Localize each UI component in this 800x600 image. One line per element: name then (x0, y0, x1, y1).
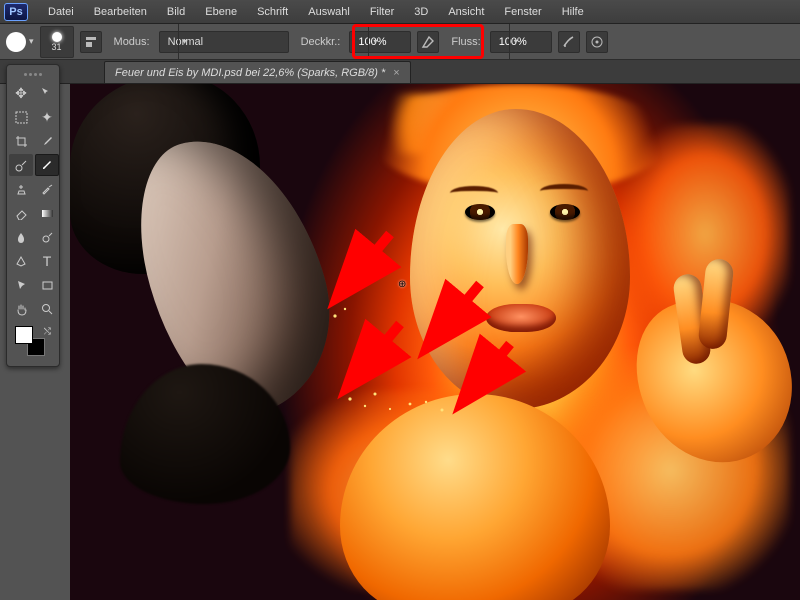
flow-input[interactable]: 100% ▾ (490, 31, 552, 53)
menu-window[interactable]: Fenster (494, 2, 551, 22)
chevron-down-icon: ▾ (368, 24, 373, 59)
menu-image[interactable]: Bild (157, 2, 195, 22)
brush-tool[interactable] (35, 154, 59, 176)
brush-panel-toggle-icon[interactable] (80, 31, 102, 53)
menu-filter[interactable]: Filter (360, 2, 404, 22)
zoom-tool[interactable] (35, 298, 59, 320)
brush-size-value: 31 (52, 43, 62, 52)
magic-wand-tool[interactable]: ✦ (35, 106, 59, 128)
brush-preview-icon (52, 32, 62, 42)
dodge-tool[interactable] (35, 226, 59, 248)
panel-grip-icon[interactable] (9, 69, 57, 79)
tool-preset-picker[interactable]: ▾ (29, 36, 34, 47)
rectangle-tool[interactable] (35, 274, 59, 296)
history-brush-tool[interactable] (35, 178, 59, 200)
document-tab-bar: Feuer und Eis by MDI.psd bei 22,6% (Spar… (0, 60, 800, 84)
clone-stamp-tool[interactable] (9, 178, 33, 200)
annotation-arrows (70, 84, 800, 600)
eyedropper-tool[interactable] (35, 130, 59, 152)
path-selection-tool[interactable] (9, 274, 33, 296)
chevron-down-icon: ▾ (178, 24, 183, 59)
menu-type[interactable]: Schrift (247, 2, 298, 22)
pressure-size-icon[interactable] (586, 31, 608, 53)
opacity-label: Deckkr.: (301, 36, 341, 48)
eraser-tool[interactable] (9, 202, 33, 224)
document-tab[interactable]: Feuer und Eis by MDI.psd bei 22,6% (Spar… (104, 61, 411, 83)
gradient-tool[interactable] (35, 202, 59, 224)
flow-label: Fluss: (451, 36, 480, 48)
artboard-tool[interactable] (35, 82, 59, 104)
tool-preset-icon[interactable] (6, 32, 26, 52)
menu-view[interactable]: Ansicht (438, 2, 494, 22)
app-logo: Ps (4, 3, 28, 21)
swap-colors-icon[interactable]: ⤭ (44, 326, 51, 337)
menu-select[interactable]: Auswahl (298, 2, 360, 22)
menu-file[interactable]: Datei (38, 2, 84, 22)
blend-mode-select[interactable]: Normal ▾ (159, 31, 289, 53)
spot-healing-brush-tool[interactable] (9, 154, 33, 176)
crop-tool[interactable] (9, 130, 33, 152)
blend-mode-label: Modus: (114, 36, 150, 48)
pressure-opacity-icon[interactable] (417, 31, 439, 53)
document-artwork: ⊕ (70, 84, 800, 600)
chevron-down-icon: ▾ (509, 24, 514, 59)
hand-tool[interactable] (9, 298, 33, 320)
rect-marquee-tool[interactable] (9, 106, 33, 128)
canvas[interactable]: ⊕ (70, 84, 800, 600)
document-tab-title: Feuer und Eis by MDI.psd bei 22,6% (Spar… (115, 67, 385, 79)
menu-3d[interactable]: 3D (404, 2, 438, 22)
menu-bar: Ps Datei Bearbeiten Bild Ebene Schrift A… (0, 0, 800, 24)
menu-edit[interactable]: Bearbeiten (84, 2, 157, 22)
menu-layer[interactable]: Ebene (195, 2, 247, 22)
opacity-input[interactable]: 100% ▾ (349, 31, 411, 53)
brush-preset-picker[interactable]: 31 (40, 26, 74, 58)
tools-panel: ✥ ✦ T (6, 64, 60, 367)
type-tool[interactable]: T (35, 250, 59, 272)
close-icon[interactable]: × (393, 67, 399, 79)
options-bar: ▾ 31 Modus: Normal ▾ Deckkr.: 100% ▾ Flu… (0, 24, 800, 60)
blur-tool[interactable] (9, 226, 33, 248)
airbrush-toggle-icon[interactable] (558, 31, 580, 53)
pen-tool[interactable] (9, 250, 33, 272)
color-swatches[interactable]: ⤭ (9, 326, 57, 360)
move-tool[interactable]: ✥ (9, 82, 33, 104)
foreground-color[interactable] (15, 326, 33, 344)
menu-help[interactable]: Hilfe (552, 2, 594, 22)
